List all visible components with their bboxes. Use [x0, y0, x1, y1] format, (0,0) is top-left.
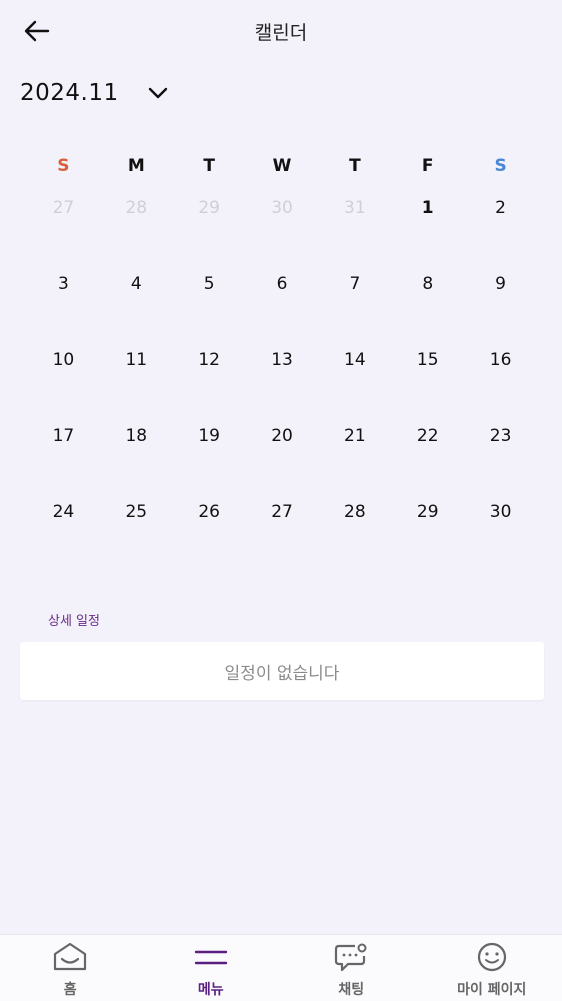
page-title: 캘린더 [0, 18, 562, 45]
calendar-day[interactable]: 19 [173, 421, 246, 451]
calendar-day[interactable]: 9 [464, 269, 537, 299]
calendar-day[interactable]: 23 [464, 421, 537, 451]
month-selector[interactable]: 2024.11 [20, 80, 171, 106]
chevron-down-icon[interactable] [145, 80, 171, 106]
nav-menu[interactable]: 메뉴 [141, 935, 282, 1001]
weekday-label: M [100, 156, 173, 176]
calendar-week: 3456789 [27, 269, 537, 345]
empty-schedule-text: 일정이 없습니다 [225, 659, 340, 684]
calendar-day[interactable]: 21 [318, 421, 391, 451]
detail-section-label: 상세 일정 [48, 610, 100, 629]
calendar-day[interactable]: 27 [27, 193, 100, 223]
weekday-label: F [391, 156, 464, 176]
nav-home-label: 홈 [64, 979, 77, 999]
nav-chat-label: 채팅 [338, 979, 364, 999]
calendar-day[interactable]: 31 [318, 193, 391, 223]
calendar-day[interactable]: 5 [173, 269, 246, 299]
calendar-day[interactable]: 26 [173, 497, 246, 527]
calendar-day[interactable]: 4 [100, 269, 173, 299]
calendar-day[interactable]: 27 [246, 497, 319, 527]
calendar-day[interactable]: 24 [27, 497, 100, 527]
calendar-day[interactable]: 22 [391, 421, 464, 451]
chat-bubble-icon [333, 941, 369, 973]
nav-menu-label: 메뉴 [198, 979, 224, 999]
nav-home[interactable]: 홈 [0, 935, 141, 1001]
calendar-day[interactable]: 2 [464, 193, 537, 223]
calendar-day[interactable]: 30 [464, 497, 537, 527]
nav-mypage-label: 마이 페이지 [457, 979, 526, 999]
weekday-label: S [27, 156, 100, 176]
weekday-label: W [246, 156, 319, 176]
empty-schedule-card: 일정이 없습니다 [20, 642, 544, 700]
calendar-day[interactable]: 17 [27, 421, 100, 451]
calendar-day[interactable]: 20 [246, 421, 319, 451]
calendar-day[interactable]: 3 [27, 269, 100, 299]
calendar-day[interactable]: 12 [173, 345, 246, 375]
calendar-day[interactable]: 14 [318, 345, 391, 375]
calendar-day[interactable]: 25 [100, 497, 173, 527]
menu-icon [193, 941, 229, 973]
calendar-day[interactable]: 7 [318, 269, 391, 299]
nav-chat[interactable]: 채팅 [281, 935, 422, 1001]
month-label: 2024.11 [20, 80, 119, 106]
calendar-day[interactable]: 1 [391, 193, 464, 223]
calendar-day[interactable]: 11 [100, 345, 173, 375]
calendar-week: 10111213141516 [27, 345, 537, 421]
weekday-label: T [318, 156, 391, 176]
calendar-day[interactable]: 13 [246, 345, 319, 375]
calendar-day[interactable]: 16 [464, 345, 537, 375]
weekday-label: T [173, 156, 246, 176]
calendar-day[interactable]: 28 [100, 193, 173, 223]
weekday-header: SMTWTFS [27, 156, 537, 176]
bottom-nav: 홈 메뉴 채팅 [0, 934, 562, 1001]
calendar-day[interactable]: 29 [173, 193, 246, 223]
header: 캘린더 [0, 0, 562, 60]
home-icon [52, 941, 88, 973]
calendar-day[interactable]: 28 [318, 497, 391, 527]
calendar-week: 17181920212223 [27, 421, 537, 497]
calendar-day[interactable]: 30 [246, 193, 319, 223]
calendar-day[interactable]: 6 [246, 269, 319, 299]
nav-mypage[interactable]: 마이 페이지 [422, 935, 562, 1001]
calendar-week: 272829303112 [27, 193, 537, 269]
calendar-week: 24252627282930 [27, 497, 537, 573]
calendar-day[interactable]: 18 [100, 421, 173, 451]
calendar-day[interactable]: 8 [391, 269, 464, 299]
weekday-label: S [464, 156, 537, 176]
smiley-icon [474, 941, 510, 973]
calendar-day[interactable]: 29 [391, 497, 464, 527]
calendar-day[interactable]: 10 [27, 345, 100, 375]
calendar-grid: 2728293031123456789101112131415161718192… [27, 193, 537, 573]
calendar-day[interactable]: 15 [391, 345, 464, 375]
